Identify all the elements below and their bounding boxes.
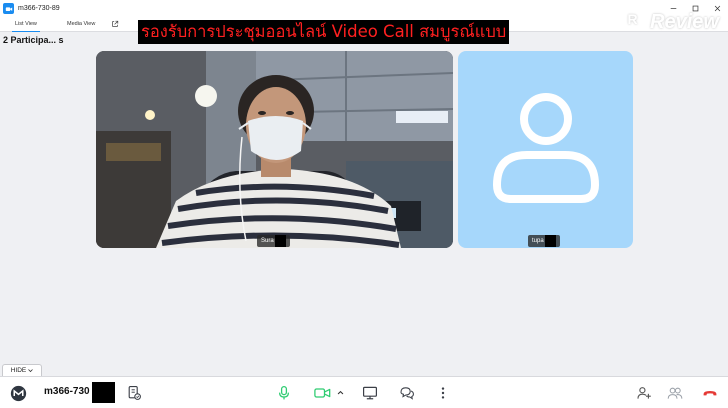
tab-list-view[interactable]: List View (12, 17, 40, 32)
participants-icon (667, 387, 683, 399)
camera-video-feed (96, 51, 453, 248)
bottom-toolbar: m366-730 (0, 376, 728, 408)
end-call-button[interactable] (700, 383, 720, 403)
share-screen-button[interactable] (360, 383, 380, 403)
redaction-block (92, 382, 115, 403)
video-camera-icon (313, 388, 330, 398)
hide-toolbar-button[interactable]: HIDE (2, 364, 42, 376)
meeting-icon[interactable] (10, 385, 27, 402)
title-bar: m366-730-89 (0, 0, 728, 17)
chat-icon (400, 387, 414, 400)
promo-banner: รองรับการประชุมออนไลน์ Video Call สมบูรณ… (138, 20, 510, 44)
video-options-button[interactable] (334, 383, 346, 403)
more-icon (441, 387, 445, 399)
microphone-icon (278, 385, 290, 400)
meeting-info-button[interactable] (124, 383, 144, 403)
hide-label: HIDE (10, 367, 27, 374)
meeting-id: m366-730 (44, 386, 90, 397)
external-link-icon[interactable] (111, 20, 119, 28)
video-button[interactable] (310, 383, 334, 403)
meeting-info-icon (128, 386, 141, 400)
participant-tile-sura[interactable]: Sura (96, 51, 453, 248)
participants-count: 2 Participa... s (3, 35, 64, 45)
add-participant-button[interactable] (634, 383, 654, 403)
participant-name-tag: tupa (528, 235, 560, 247)
camera-app-icon (3, 3, 14, 14)
add-participant-icon (637, 387, 651, 399)
mute-button[interactable] (274, 383, 294, 403)
end-call-icon (703, 391, 717, 396)
chat-button[interactable] (397, 383, 417, 403)
redaction-block (544, 235, 556, 247)
watermark-text: Review (650, 11, 719, 33)
watermark-logo: R Review (620, 4, 720, 34)
participant-name: Sura (261, 238, 274, 244)
user-avatar-icon (493, 93, 599, 203)
tab-media-view[interactable]: Media View (67, 17, 95, 32)
watermark-badge: R (620, 6, 645, 31)
screen-share-icon (363, 386, 377, 400)
window-title: m366-730-89 (18, 5, 60, 12)
more-options-button[interactable] (433, 383, 453, 403)
chevron-down-icon (28, 369, 34, 373)
participant-name: tupa (532, 238, 544, 244)
participant-name-tag: Sura (257, 235, 290, 247)
redaction-block (274, 235, 286, 247)
chevron-up-icon (337, 390, 343, 395)
participant-tile-tupa[interactable]: tupa (458, 51, 633, 248)
participants-button[interactable] (665, 383, 685, 403)
